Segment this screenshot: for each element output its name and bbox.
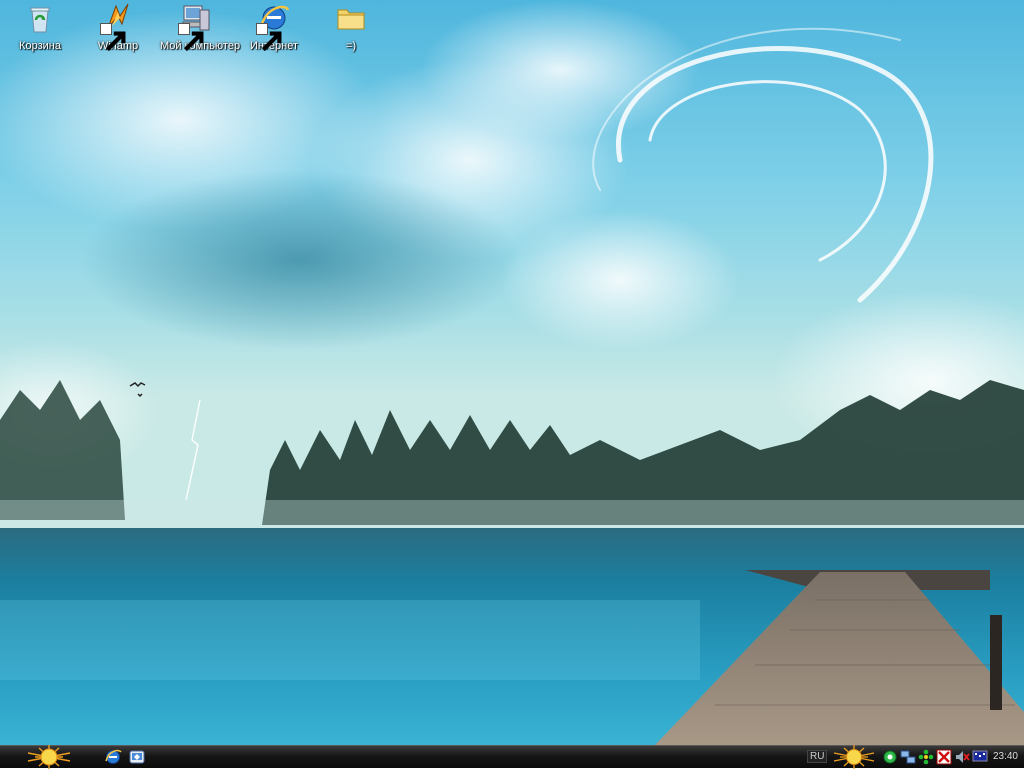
shortcut-arrow-icon — [100, 23, 126, 52]
tray-icons — [882, 749, 988, 765]
wallpaper-image — [0, 0, 1024, 745]
desktop-icon-label: =) — [345, 40, 357, 52]
quick-launch-bar — [104, 748, 146, 766]
winamp-icon — [100, 2, 134, 52]
desktop-icon-internet[interactable]: Интернет — [236, 2, 312, 53]
antivirus-icon[interactable] — [936, 749, 952, 765]
show-desktop-icon — [129, 750, 145, 764]
desktop-icon-my-computer[interactable]: Мой компьютер — [158, 2, 240, 53]
desktop-icon-recycle-bin[interactable]: Корзина — [2, 2, 78, 53]
desktop-icon-winamp[interactable]: Winamp — [80, 2, 156, 53]
monitor-icon[interactable] — [972, 749, 988, 765]
internet-explorer-icon — [256, 2, 290, 52]
desktop-icon-label: Корзина — [19, 40, 61, 52]
icq-flower-icon[interactable] — [918, 749, 934, 765]
internet-explorer-icon — [105, 749, 122, 764]
volume-icon[interactable] — [954, 749, 970, 765]
my-computer-icon — [178, 2, 212, 52]
shortcut-arrow-icon — [178, 23, 204, 52]
clock[interactable]: 23:40 — [993, 751, 1018, 762]
system-tray: RU 23:40 — [804, 745, 1024, 769]
start-button[interactable] — [20, 744, 78, 770]
shortcut-arrow-icon — [256, 23, 282, 52]
quick-launch-show-desktop-button[interactable] — [128, 748, 146, 766]
desktop-wallpaper — [0, 0, 1024, 745]
recycle-bin-icon — [24, 2, 56, 34]
quick-launch-ie-button[interactable] — [104, 748, 122, 766]
language-indicator[interactable]: RU — [807, 750, 828, 763]
folder-icon — [335, 2, 367, 34]
sun-logo-icon — [833, 745, 875, 769]
desktop-icon-folder[interactable]: =) — [313, 2, 389, 53]
network-icon[interactable] — [900, 749, 916, 765]
taskbar: RU 23:40 — [0, 744, 1024, 770]
sun-logo-icon — [27, 745, 71, 769]
icq-icon[interactable] — [882, 749, 898, 765]
